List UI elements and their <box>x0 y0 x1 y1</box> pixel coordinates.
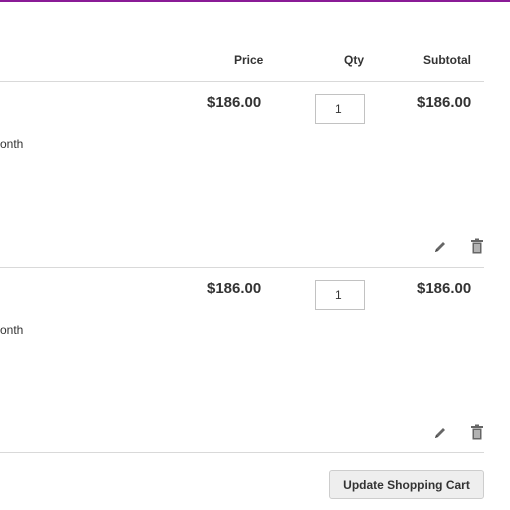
qty-input[interactable] <box>315 94 365 124</box>
item-option-text: onth <box>0 137 24 151</box>
item-divider <box>0 452 484 453</box>
item-divider <box>0 267 484 268</box>
item-price: $186.00 <box>207 94 262 111</box>
item-subtotal: $186.00 <box>417 280 472 297</box>
item-subtotal: $186.00 <box>417 94 472 111</box>
header-divider <box>0 81 484 82</box>
trash-icon[interactable] <box>469 423 485 441</box>
column-header-qty: Qty <box>344 53 365 67</box>
item-price: $186.00 <box>207 280 262 297</box>
column-header-price: Price <box>234 53 264 67</box>
top-accent-bar <box>0 0 510 2</box>
pencil-icon[interactable] <box>432 238 448 256</box>
column-header-subtotal: Subtotal <box>423 53 471 67</box>
pencil-icon[interactable] <box>432 424 448 442</box>
item-option-text: onth <box>0 323 24 337</box>
qty-input[interactable] <box>315 280 365 310</box>
update-cart-button[interactable]: Update Shopping Cart <box>329 470 484 499</box>
trash-icon[interactable] <box>469 237 485 255</box>
